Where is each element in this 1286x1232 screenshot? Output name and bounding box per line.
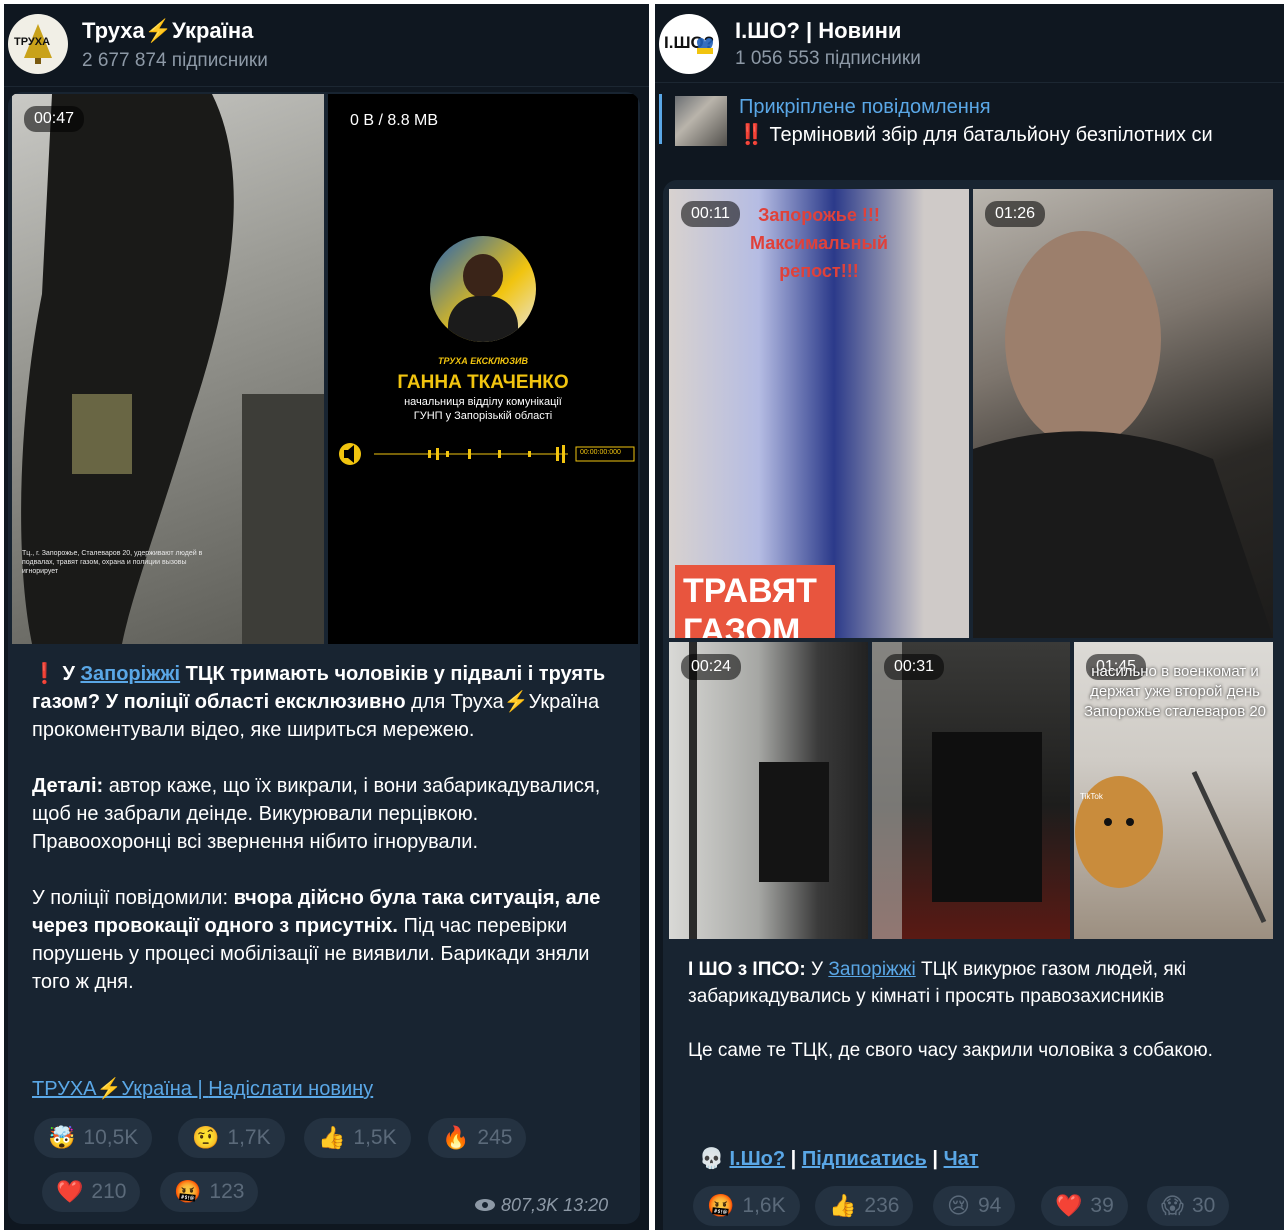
channel-header[interactable]: І.ШО? І.ШО? | Новини 1 056 553 підписник…	[655, 4, 1284, 83]
angry-emoji-icon: 🤬	[707, 1193, 735, 1218]
location-link[interactable]: Запоріжжі	[80, 663, 180, 685]
avatar-label: ТРУХА	[14, 36, 51, 48]
video-thumbnail[interactable]: 00:24	[669, 642, 868, 939]
channel-title: Труха⚡️Україна	[82, 18, 254, 43]
channel-header[interactable]: ТРУХА Труха⚡️Україна 2 677 874 підписник…	[4, 4, 649, 87]
reaction-crying[interactable]: 😢 94	[933, 1186, 1016, 1226]
channel-link[interactable]: ТРУХА⚡️Україна	[32, 1078, 192, 1100]
thumbs-up-emoji-icon: 👍	[318, 1125, 346, 1150]
message-bubble: 00:47 Тц., г. Запорожье, Сталеваров 20, …	[8, 92, 640, 1224]
video-duration: 00:47	[24, 106, 85, 132]
message-text: ❗️ У Запоріжжі ТЦК тримають чоловіків у …	[32, 660, 622, 996]
pinned-message-bar[interactable]: Прикріплене повідомлення ‼️ Терміновий з…	[655, 86, 1284, 150]
subscriber-count: 2 677 874 підписники	[82, 50, 268, 71]
angry-emoji-icon: 🤬	[174, 1179, 202, 1204]
location-link[interactable]: Запоріжжі	[828, 959, 915, 980]
scream-emoji-icon: 😱	[1161, 1193, 1184, 1218]
reaction-scream[interactable]: 😱 30	[1147, 1186, 1230, 1226]
skull-icon: 💀	[699, 1148, 724, 1170]
channel-link[interactable]: І.Шо?	[729, 1148, 785, 1170]
video-thumbnail[interactable]: 00:31	[872, 642, 1070, 939]
pinned-text: ‼️ Терміновий збір для батальйону безпіл…	[739, 124, 1213, 146]
paragraph-1: І ШО з ІПСО: У Запоріжжі ТЦК викурює газ…	[688, 959, 1187, 1007]
video-overlay-caption: Тц., г. Запорожье, Сталеваров 20, удержи…	[22, 550, 203, 575]
thumbs-up-emoji-icon: 👍	[829, 1193, 857, 1218]
speaker-name: ГАННА ТКАЧЕНКО	[397, 372, 569, 393]
left-channel-panel: ТРУХА Труха⚡️Україна 2 677 874 підписник…	[4, 4, 649, 1230]
reaction-angry[interactable]: 🤬 123	[160, 1172, 259, 1212]
video-frame-art	[973, 231, 1273, 638]
alert-icon: ❗️	[32, 663, 57, 685]
paragraph-2: Це саме те ТЦК, де свого часу закрили чо…	[688, 1040, 1213, 1061]
video-thumbnail[interactable]: 00:11 Запорожье !!! Максимальный репост!…	[669, 189, 969, 638]
video-thumbnail[interactable]: 01:26	[973, 189, 1273, 638]
signature-links: 💀 І.Шо? | Підписатись | Чат	[699, 1148, 979, 1170]
video-frame-art	[689, 642, 829, 939]
brand-label: ТРУХА ЕКСКЛЮЗИВ	[437, 356, 529, 366]
reaction-heart[interactable]: ❤️ 210	[42, 1172, 141, 1212]
reaction-heart[interactable]: ❤️ 39	[1041, 1186, 1128, 1226]
reaction-raised-eyebrow[interactable]: 🤨 1,7K	[178, 1118, 285, 1158]
reaction-thumbs-up[interactable]: 👍 236	[815, 1186, 914, 1226]
signature-links: ТРУХА⚡️Україна | Надіслати новину	[32, 1078, 374, 1100]
video-thumbnail[interactable]: 00:47 Тц., г. Запорожье, Сталеваров 20, …	[12, 94, 324, 644]
video-duration: 00:31	[884, 654, 945, 680]
paragraph-1: ❗️ У Запоріжжі ТЦК тримають чоловіків у …	[32, 663, 606, 741]
player-timecode: 00:00:00:000	[580, 449, 621, 456]
paragraph-3: У поліції повідомили: вчора дійсно була …	[32, 887, 601, 993]
video-frame-art	[872, 642, 1042, 939]
pinned-label: Прикріплене повідомлення	[739, 96, 991, 118]
reaction-mindblown[interactable]: 🤯 10,5K	[34, 1118, 153, 1158]
message-bubble: 00:11 Запорожье !!! Максимальный репост!…	[663, 180, 1284, 1230]
reaction-thumbs-up[interactable]: 👍 1,5K	[304, 1118, 411, 1158]
video-overlay-top: Запорожье !!! Максимальный репост!!!	[750, 205, 888, 281]
speaker-role-2: ГУНП у Запорізькій області	[413, 410, 553, 422]
tiktok-watermark: TikTok	[1080, 792, 1103, 801]
eye-icon	[475, 1199, 495, 1211]
right-channel-panel: І.ШО? І.ШО? | Новини 1 056 553 підписник…	[655, 4, 1284, 1230]
subscribe-link[interactable]: Підписатись	[802, 1148, 927, 1170]
speaker-photo	[430, 236, 536, 342]
video-thumbnail[interactable]: 01:45 насильно в военкомат и держат уже …	[1074, 642, 1273, 939]
heart-emoji-icon: ❤️	[56, 1179, 84, 1204]
paragraph-2: Деталі: автор каже, що їх викрали, і вон…	[32, 775, 601, 853]
subscriber-count: 1 056 553 підписники	[735, 48, 921, 69]
send-news-link[interactable]: Надіслати новину	[208, 1078, 373, 1100]
mindblown-emoji-icon: 🤯	[48, 1125, 76, 1150]
video-overlay-text: насильно в военкомат и держат уже второй…	[1083, 663, 1267, 720]
reaction-angry[interactable]: 🤬 1,6K	[693, 1186, 800, 1226]
chat-link[interactable]: Чат	[944, 1148, 979, 1170]
view-count-and-time: 807,3K 13:20	[474, 1195, 608, 1216]
download-size: 0 B / 8.8 MB	[350, 112, 439, 129]
video-duration: 01:26	[985, 201, 1046, 227]
video-duration: 00:24	[681, 654, 742, 680]
channel-title: І.ШО? | Новини	[735, 18, 902, 43]
video-overlay-banner: ТРАВЯТ ГАЗОМ	[675, 565, 835, 638]
fire-emoji-icon: 🔥	[442, 1125, 470, 1150]
pinned-thumbnail	[675, 96, 727, 146]
message-text: І ШО з ІПСО: У Запоріжжі ТЦК викурює газ…	[688, 956, 1263, 1064]
crying-emoji-icon: 😢	[947, 1193, 970, 1218]
reaction-fire[interactable]: 🔥 245	[428, 1118, 527, 1158]
speaker-role-1: начальниця відділу комунікації	[404, 396, 562, 408]
channel-avatar[interactable]: ТРУХА	[8, 14, 68, 74]
video-thumbnail[interactable]: 0 B / 8.8 MB ТРУХА ЕКСКЛЮЗИВ ГАННА ТКАЧЕ…	[328, 94, 638, 644]
ukraine-heart-icon	[697, 38, 713, 54]
channel-avatar[interactable]: І.ШО?	[659, 14, 719, 74]
raised-eyebrow-emoji-icon: 🤨	[192, 1125, 220, 1150]
heart-emoji-icon: ❤️	[1055, 1193, 1083, 1218]
